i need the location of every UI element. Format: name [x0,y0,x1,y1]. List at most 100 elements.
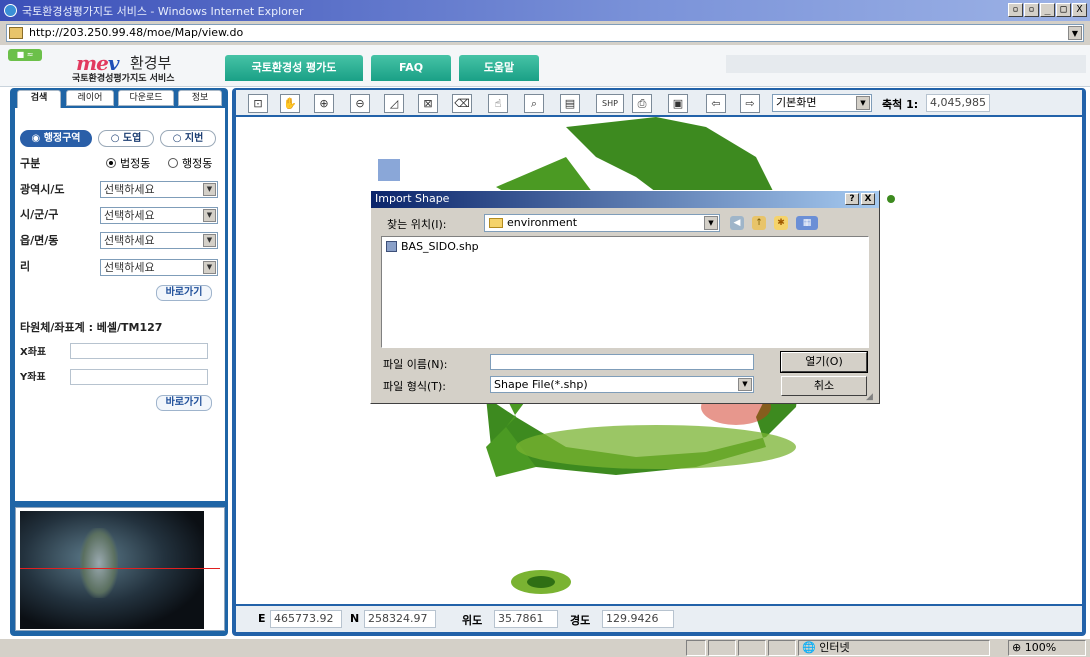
look-in-select[interactable]: environment ▼ [484,214,720,232]
view-select[interactable]: 기본화면 ▼ [772,94,872,112]
arrow-right-icon[interactable]: ⇨ [740,94,760,113]
help-icon[interactable]: ? [845,193,859,205]
field-label-town: 읍/면/동 [20,234,59,247]
filename-input[interactable] [490,354,754,370]
latitude-label: 위도 [462,614,483,627]
cancel-button[interactable]: 취소 [781,376,867,396]
save-icon[interactable]: ▣ [668,94,688,113]
chevron-down-icon: ▼ [203,209,216,222]
list-item[interactable]: BAS_SIDO.shp [401,240,479,253]
go-district-button[interactable]: 바로가기 [156,285,212,301]
look-in-label: 찾는 위치(I): [387,218,447,231]
globe-icon: 🌐 [802,641,820,654]
pan-hand-icon[interactable]: ✋ [280,94,300,113]
document-icon[interactable]: ▤ [560,94,580,113]
new-folder-icon[interactable]: ✱ [774,216,788,230]
chevron-down-icon: ▼ [203,234,216,247]
status-pane-1 [708,640,736,656]
chevron-down-icon: ▼ [203,261,216,274]
window-close-button[interactable]: X [1072,3,1087,17]
longitude-label: 경도 [570,614,591,627]
identify-icon[interactable]: ☝ [488,94,508,113]
radio-legal-dong[interactable] [106,158,116,168]
zoom-level[interactable]: ⊕ 100% [1008,640,1086,656]
resize-grip-icon[interactable]: ◢ [866,392,876,402]
tab-download[interactable]: 다운로드 [118,90,174,106]
province-select[interactable]: 선택하세요 ▼ [100,181,218,198]
field-label-city: 시/군/구 [20,208,59,221]
up-folder-icon[interactable]: ↑ [752,216,766,230]
nav-tab-faq[interactable]: FAQ [371,55,451,81]
folder-icon [489,218,503,228]
zoom-in-icon[interactable]: ⊕ [314,94,334,113]
radio-legal-dong-label: 법정동 [120,157,151,170]
filetype-label: 파일 형식(T): [383,380,446,393]
pill-lot-label: 지번 [184,133,204,144]
dialog-close-button[interactable]: X [861,193,875,205]
x-coord-input[interactable] [70,343,208,359]
y-coord-label: Y좌표 [20,372,46,383]
dialog-title: Import Shape [375,192,450,205]
overview-minimap[interactable] [15,507,225,631]
y-coord-input[interactable] [70,369,208,385]
file-list[interactable]: BAS_SIDO.shp [381,236,869,348]
window-extra-icon-2[interactable]: ▫ [1024,3,1039,17]
back-icon[interactable]: ◀ [730,216,744,230]
pill-map-sheet[interactable]: ○ 도엽 [98,130,154,147]
view-select-value: 기본화면 [776,96,817,109]
select-box-icon[interactable]: ⊠ [418,94,438,113]
town-select[interactable]: 선택하세요 ▼ [100,232,218,249]
n-label: N [350,612,360,625]
address-bar: http://203.250.99.48/moe/Map/view.do ▼ [0,21,1090,45]
chevron-down-icon: ▼ [203,183,216,196]
service-name: 국토환경성평가지도 서비스 [72,74,175,84]
coord-system-label: 타원체/좌표계 : 베셀/TM127 [20,321,163,334]
dialog-title-bar[interactable]: Import Shape ? X [371,191,879,208]
e-value: 465773.92 [270,610,342,628]
city-select[interactable]: 선택하세요 ▼ [100,207,218,224]
tab-search[interactable]: 검색 [17,90,61,109]
window-maximize-button[interactable]: □ [1056,3,1071,17]
open-button[interactable]: 열기(O) [780,351,868,373]
scale-input[interactable]: 4,045,985 [926,94,990,112]
security-zone: 🌐 인터넷 [798,640,990,656]
nav-tab-help[interactable]: 도움말 [459,55,539,81]
n-value: 258324.97 [364,610,436,628]
pill-lot-number[interactable]: ○ 지번 [160,130,216,147]
full-extent-icon[interactable]: ⊡ [248,94,268,113]
address-dropdown-icon[interactable]: ▼ [1068,26,1082,40]
view-menu-icon[interactable]: ▦ [796,216,818,230]
filetype-select[interactable]: Shape File(*.shp) ▼ [490,376,754,393]
map-south-coast [516,425,796,469]
map-marker [378,159,400,181]
address-input[interactable]: http://203.250.99.48/moe/Map/view.do ▼ [6,24,1084,42]
shp-import-icon[interactable]: SHP [596,94,624,113]
window-minimize-button[interactable]: _ [1040,3,1055,17]
eraser-icon[interactable]: ⌫ [452,94,472,113]
address-url: http://203.250.99.48/moe/Map/view.do [29,26,244,39]
pill-admin-label: 행정구역 [43,133,81,144]
measure-area-icon[interactable]: ◿ [384,94,404,113]
chevron-down-icon: ▼ [738,378,752,391]
print-icon[interactable]: ⎙ [632,94,652,113]
e-label: E [258,612,266,625]
status-page-icon [686,640,706,656]
zoom-out-icon[interactable]: ⊖ [350,94,370,113]
search-area-icon[interactable]: ⌕ [524,94,544,113]
window-title-bar[interactable]: 국토환경성평가지도 서비스 - Windows Internet Explore… [0,0,1090,21]
pill-admin-district[interactable]: ◉ 행정구역 [20,130,92,147]
city-value: 선택하세요 [104,209,155,222]
arrow-left-icon[interactable]: ⇦ [706,94,726,113]
longitude-value: 129.9426 [602,610,674,628]
radio-admin-dong[interactable] [168,158,178,168]
ri-value: 선택하세요 [104,261,155,274]
chevron-down-icon: ▼ [856,96,870,110]
go-coord-button[interactable]: 바로가기 [156,395,212,411]
ri-select[interactable]: 선택하세요 ▼ [100,259,218,276]
nav-tab-assessment-map[interactable]: 국토환경성 평가도 [225,55,363,81]
green-badge-icon: ■ ≈ [8,49,42,61]
latitude-value: 35.7861 [494,610,558,628]
tab-info[interactable]: 정보 [178,90,222,106]
tab-layer[interactable]: 레이어 [66,90,114,106]
window-extra-icon[interactable]: ▫ [1008,3,1023,17]
